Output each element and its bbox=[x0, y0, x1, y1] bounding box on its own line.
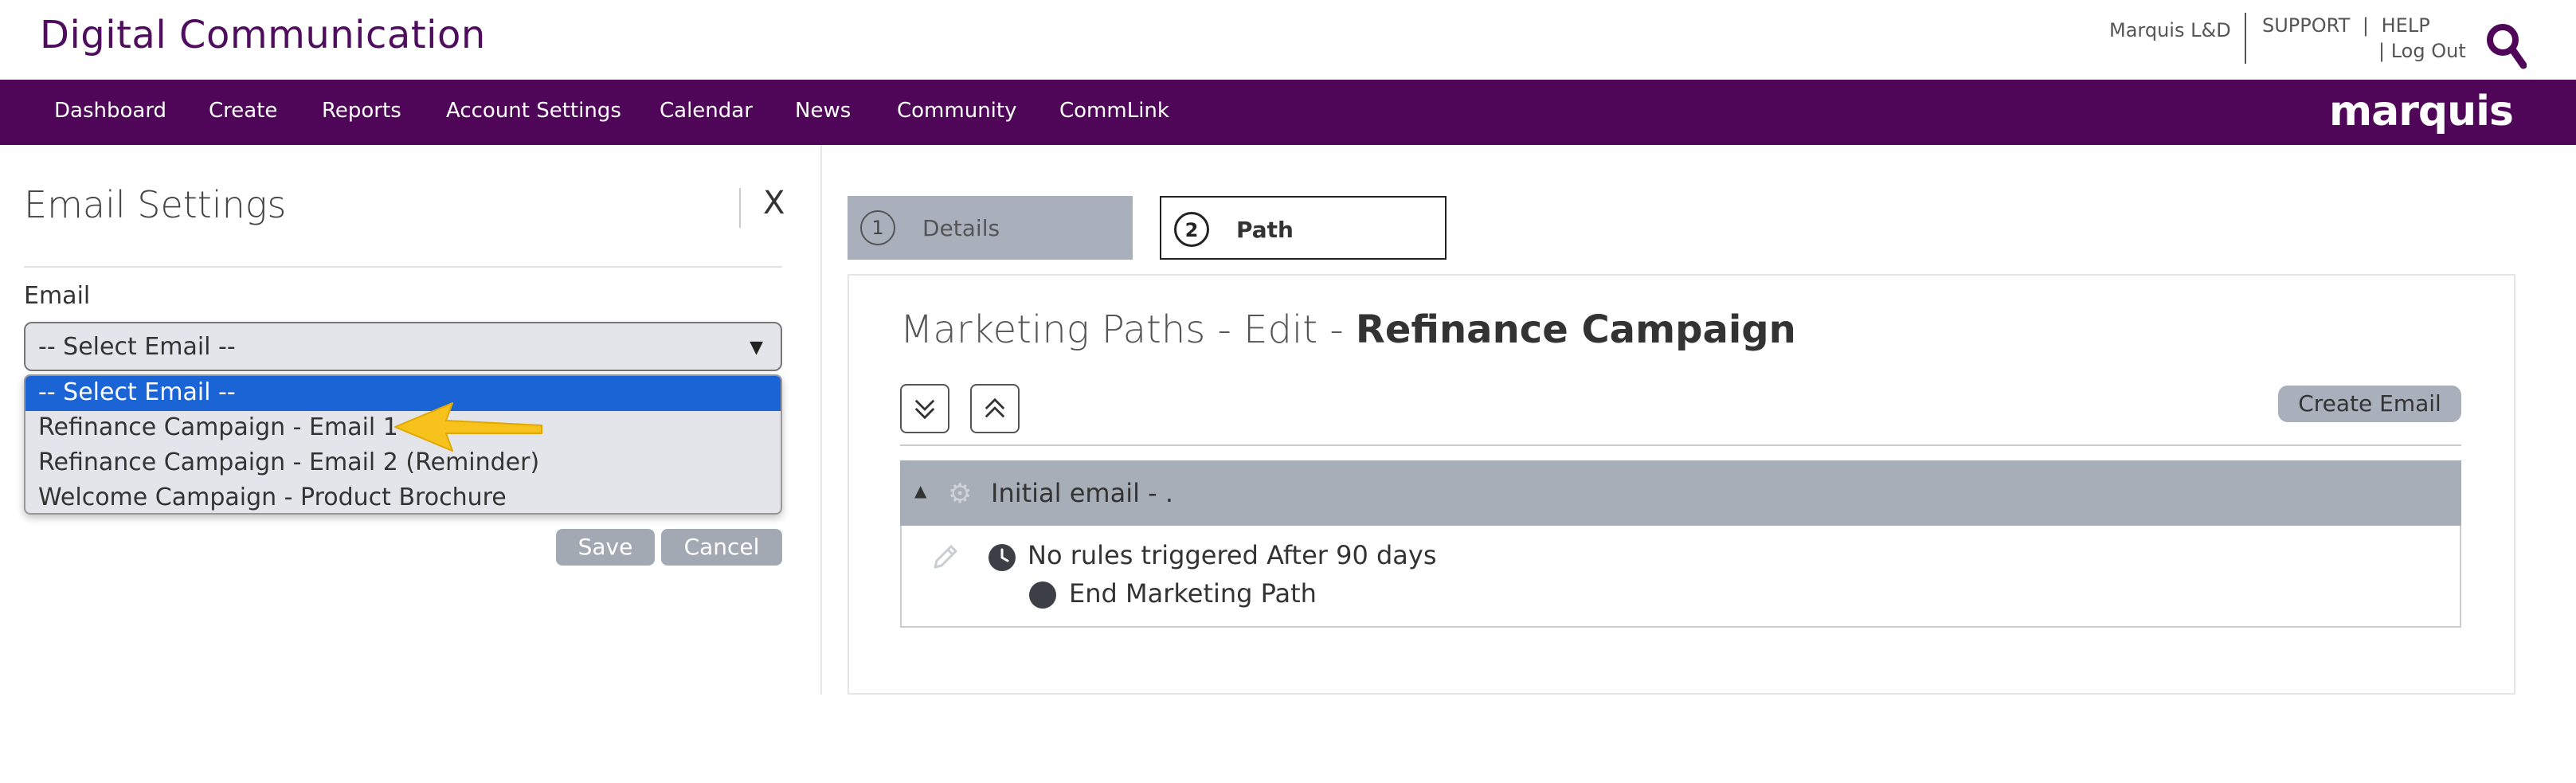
panel-separator bbox=[820, 145, 822, 695]
nav-account-settings[interactable]: Account Settings bbox=[446, 99, 621, 123]
pencil-icon[interactable] bbox=[929, 542, 961, 574]
account-name[interactable]: Marquis L&D bbox=[2109, 19, 2231, 41]
collapse-caret-icon[interactable]: ▲ bbox=[914, 481, 926, 500]
header-divider bbox=[2245, 13, 2246, 64]
step-number: 2 bbox=[1174, 212, 1209, 247]
link-separator: | bbox=[2362, 14, 2369, 37]
save-button[interactable]: Save bbox=[556, 529, 655, 566]
step-number: 1 bbox=[860, 210, 895, 245]
nav-create[interactable]: Create bbox=[209, 99, 277, 123]
node-title: Initial email - . bbox=[991, 478, 1174, 508]
nav-dashboard[interactable]: Dashboard bbox=[54, 99, 166, 123]
page-title: Marketing Paths - Edit - Refinance Campa… bbox=[900, 307, 1796, 352]
email-select-value: -- Select Email -- bbox=[38, 333, 236, 361]
pointer-arrow-icon bbox=[394, 402, 542, 452]
cancel-button[interactable]: Cancel bbox=[661, 529, 782, 566]
dropdown-option[interactable]: Welcome Campaign - Product Brochure bbox=[25, 481, 781, 513]
rule-text: No rules triggered After 90 days bbox=[1028, 540, 1437, 570]
marquis-logo[interactable]: marquis bbox=[2329, 88, 2514, 135]
title-prefix: Marketing Paths - Edit - bbox=[900, 307, 1356, 352]
panel-divider bbox=[24, 266, 782, 268]
email-field-label: Email bbox=[24, 282, 91, 310]
chevrons-up-icon[interactable] bbox=[970, 384, 1020, 433]
path-node-body: No rules triggered After 90 days End Mar… bbox=[900, 526, 2461, 628]
top-header: Digital Communication Marquis L&D SUPPOR… bbox=[0, 0, 2576, 80]
support-links: SUPPORT | HELP bbox=[2262, 14, 2437, 37]
campaign-name: Refinance Campaign bbox=[1355, 307, 1796, 352]
end-stop-icon bbox=[1029, 581, 1056, 609]
clock-icon bbox=[989, 544, 1016, 571]
dropdown-caret-icon: ▼ bbox=[750, 338, 763, 358]
close-divider bbox=[739, 188, 741, 228]
nav-news[interactable]: News bbox=[795, 99, 851, 123]
step-label: Path bbox=[1236, 217, 1294, 243]
create-email-button[interactable]: Create Email bbox=[2278, 386, 2461, 422]
main-nav: Dashboard Create Reports Account Setting… bbox=[0, 80, 2576, 145]
support-link[interactable]: SUPPORT bbox=[2262, 14, 2350, 37]
step-path[interactable]: 2 Path bbox=[1160, 196, 1447, 260]
path-node-header[interactable]: ▲ ⚙ Initial email - . bbox=[900, 460, 2461, 526]
nav-calendar[interactable]: Calendar bbox=[660, 99, 753, 123]
nav-commlink[interactable]: CommLink bbox=[1059, 99, 1169, 123]
nav-reports[interactable]: Reports bbox=[322, 99, 401, 123]
close-button[interactable]: X bbox=[763, 185, 785, 221]
help-link[interactable]: HELP bbox=[2382, 14, 2430, 37]
step-label: Details bbox=[922, 215, 1000, 241]
nav-community[interactable]: Community bbox=[897, 99, 1016, 123]
search-icon[interactable] bbox=[2484, 21, 2527, 70]
card-divider bbox=[900, 444, 2461, 446]
end-path-text: End Marketing Path bbox=[1069, 578, 1317, 609]
panel-title: Email Settings bbox=[24, 183, 287, 226]
chevrons-down-icon[interactable] bbox=[900, 384, 949, 433]
app-title: Digital Communication bbox=[40, 13, 486, 57]
email-select[interactable]: -- Select Email -- ▼ bbox=[24, 322, 782, 371]
gear-icon[interactable]: ⚙ bbox=[948, 478, 972, 510]
logout-link[interactable]: | Log Out bbox=[2378, 40, 2466, 62]
step-details[interactable]: 1 Details bbox=[848, 196, 1133, 260]
